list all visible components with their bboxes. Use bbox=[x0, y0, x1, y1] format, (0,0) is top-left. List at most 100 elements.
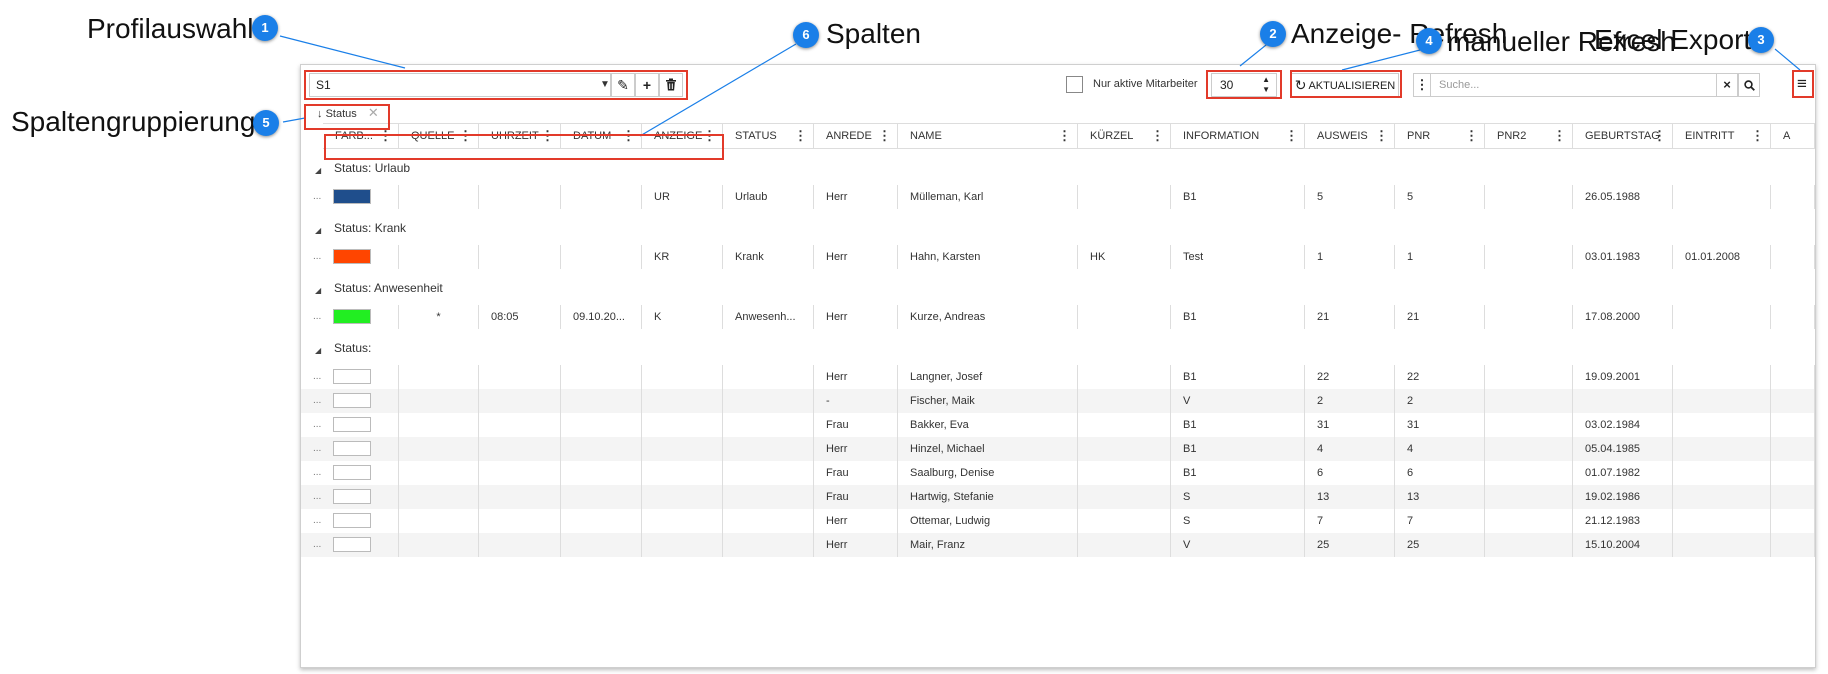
cell-information: S bbox=[1171, 485, 1305, 509]
cell-information: Test bbox=[1171, 245, 1305, 269]
column-menu-kebab-icon[interactable]: ⋮ bbox=[541, 124, 554, 148]
cell-kuerzel bbox=[1078, 365, 1171, 389]
row-actions-icon[interactable]: ... bbox=[313, 245, 321, 269]
cell-eintritt bbox=[1673, 509, 1771, 533]
column-menu-kebab-icon[interactable]: ⋮ bbox=[1751, 124, 1764, 148]
column-menu-kebab-icon[interactable]: ⋮ bbox=[878, 124, 891, 148]
cell-status bbox=[723, 461, 814, 485]
only-active-checkbox[interactable] bbox=[1066, 76, 1083, 93]
cell-pnr2 bbox=[1485, 485, 1573, 509]
column-menu-kebab-icon[interactable]: ⋮ bbox=[1058, 124, 1071, 148]
column-menu-kebab-icon[interactable]: ⋮ bbox=[794, 124, 807, 148]
refresh-interval-input[interactable]: 30 ▲ ▼ bbox=[1211, 73, 1277, 97]
column-menu-kebab-icon[interactable]: ⋮ bbox=[1285, 124, 1298, 148]
refresh-button[interactable]: ↻ AKTUALISIEREN bbox=[1291, 73, 1399, 97]
callout-2-badge: 2 bbox=[1260, 21, 1286, 47]
spinner-icon[interactable]: ▲ ▼ bbox=[1262, 75, 1270, 95]
cell-extra bbox=[1771, 509, 1815, 533]
column-menu-kebab-icon[interactable]: ⋮ bbox=[1653, 124, 1666, 148]
callout-5-badge: 5 bbox=[253, 110, 279, 136]
search-input[interactable]: Suche... bbox=[1431, 73, 1717, 97]
column-header[interactable]: INFORMATION ⋮ bbox=[1171, 123, 1305, 149]
add-profile-button[interactable]: + bbox=[635, 73, 659, 97]
search-button[interactable] bbox=[1738, 73, 1760, 97]
column-menu-kebab-icon[interactable]: ⋮ bbox=[1553, 124, 1566, 148]
cell-anrede: Herr bbox=[814, 185, 898, 209]
table-row[interactable]: ... Herr Mair, Franz V 25 25 15.10.2004 bbox=[301, 533, 1815, 557]
table-row[interactable]: ... UR Urlaub Herr Mülleman, Karl B1 5 5 26.05.1… bbox=[301, 185, 1815, 209]
column-header[interactable]: KÜRZEL ⋮ bbox=[1078, 123, 1171, 149]
column-menu-kebab-icon[interactable]: ⋮ bbox=[459, 124, 472, 148]
column-header-label: ANZEIGE bbox=[654, 130, 703, 142]
delete-profile-button[interactable] bbox=[659, 73, 683, 97]
cell-information: B1 bbox=[1171, 437, 1305, 461]
column-menu-kebab-icon[interactable]: ⋮ bbox=[1151, 124, 1164, 148]
callout-1-badge: 1 bbox=[252, 15, 278, 41]
profile-select-value: S1 bbox=[316, 78, 331, 92]
cell-ausweis: 2 bbox=[1305, 389, 1395, 413]
callout-4-badge: 4 bbox=[1416, 28, 1442, 54]
column-header[interactable]: EINTRITT ⋮ bbox=[1673, 123, 1771, 149]
column-header[interactable]: STATUS ⋮ bbox=[723, 123, 814, 149]
search-options-kebab-icon[interactable]: ⋮ bbox=[1413, 73, 1431, 97]
export-menu-icon[interactable]: ≡ bbox=[1793, 73, 1811, 97]
table-row[interactable]: ... Frau Bakker, Eva B1 31 31 03.02.1984 bbox=[301, 413, 1815, 437]
row-actions-icon[interactable]: ... bbox=[313, 485, 321, 509]
cell-datum bbox=[561, 437, 642, 461]
row-actions-icon[interactable]: ... bbox=[313, 305, 321, 329]
table-row[interactable]: ... Frau Hartwig, Stefanie S 13 13 19.02.1986 bbox=[301, 485, 1815, 509]
collapse-group-icon[interactable]: ◢ bbox=[315, 346, 321, 355]
column-header[interactable]: FARB... ⋮ bbox=[323, 123, 399, 149]
column-menu-kebab-icon[interactable]: ⋮ bbox=[379, 124, 392, 148]
status-color-swatch bbox=[333, 189, 371, 204]
cell-uhrzeit bbox=[479, 437, 561, 461]
profile-select[interactable]: S1 ▼ bbox=[309, 73, 611, 97]
row-actions-icon[interactable]: ... bbox=[313, 185, 321, 209]
table-row[interactable]: ... - Fischer, Maik V 2 2 bbox=[301, 389, 1815, 413]
column-header[interactable]: PNR2 ⋮ bbox=[1485, 123, 1573, 149]
column-header[interactable]: AUSWEIS ⋮ bbox=[1305, 123, 1395, 149]
remove-grouping-icon[interactable]: ✕ bbox=[368, 105, 379, 120]
row-actions-icon[interactable]: ... bbox=[313, 365, 321, 389]
table-row[interactable]: ... Herr Ottemar, Ludwig S 7 7 21.12.1983 bbox=[301, 509, 1815, 533]
column-menu-kebab-icon[interactable]: ⋮ bbox=[1465, 124, 1478, 148]
column-menu-kebab-icon[interactable]: ⋮ bbox=[1375, 124, 1388, 148]
collapse-group-icon[interactable]: ◢ bbox=[315, 166, 321, 175]
row-actions-icon[interactable]: ... bbox=[313, 413, 321, 437]
column-header[interactable]: UHRZEIT ⋮ bbox=[479, 123, 561, 149]
status-color-swatch bbox=[333, 513, 371, 528]
cell-quelle bbox=[399, 437, 479, 461]
row-actions-icon[interactable]: ... bbox=[313, 389, 321, 413]
table-row[interactable]: ... Frau Saalburg, Denise B1 6 6 01.07.1982 bbox=[301, 461, 1815, 485]
table-row[interactable]: ... Herr Hinzel, Michael B1 4 4 05.04.1985 bbox=[301, 437, 1815, 461]
column-header[interactable]: ANZEIGE ⋮ bbox=[642, 123, 723, 149]
cell-name: Saalburg, Denise bbox=[898, 461, 1078, 485]
collapse-group-icon[interactable]: ◢ bbox=[315, 286, 321, 295]
cell-name: Fischer, Maik bbox=[898, 389, 1078, 413]
column-header[interactable]: NAME ⋮ bbox=[898, 123, 1078, 149]
cell-geburtstag: 03.01.1983 bbox=[1573, 245, 1673, 269]
column-header[interactable]: A bbox=[1771, 123, 1815, 149]
clear-search-icon[interactable]: × bbox=[1716, 73, 1738, 97]
collapse-group-icon[interactable]: ◢ bbox=[315, 226, 321, 235]
column-header[interactable]: DATUM ⋮ bbox=[561, 123, 642, 149]
row-actions-icon[interactable]: ... bbox=[313, 461, 321, 485]
row-actions-icon[interactable]: ... bbox=[313, 437, 321, 461]
cell-name: Ottemar, Ludwig bbox=[898, 509, 1078, 533]
cell-uhrzeit bbox=[479, 509, 561, 533]
row-actions-icon[interactable]: ... bbox=[313, 509, 321, 533]
column-menu-kebab-icon[interactable]: ⋮ bbox=[622, 124, 635, 148]
table-row[interactable]: ... * 08:05 09.10.20... K Anwesenh... Herr Kurz… bbox=[301, 305, 1815, 329]
cell-kuerzel bbox=[1078, 485, 1171, 509]
cell-ausweis: 22 bbox=[1305, 365, 1395, 389]
column-header[interactable]: ANREDE ⋮ bbox=[814, 123, 898, 149]
edit-profile-button[interactable]: ✎ bbox=[611, 73, 635, 97]
table-row[interactable]: ... Herr Langner, Josef B1 22 22 19.09.2001 bbox=[301, 365, 1815, 389]
column-header[interactable]: QUELLE ⋮ bbox=[399, 123, 479, 149]
table-row[interactable]: ... KR Krank Herr Hahn, Karsten HK Test 1 1 03.01… bbox=[301, 245, 1815, 269]
row-actions-icon[interactable]: ... bbox=[313, 533, 321, 557]
column-menu-kebab-icon[interactable]: ⋮ bbox=[703, 124, 716, 148]
grouping-chip[interactable]: ↓ Status ✕ bbox=[311, 102, 385, 124]
column-header[interactable]: GEBURTSTAG ⋮ bbox=[1573, 123, 1673, 149]
column-header[interactable]: PNR ⋮ bbox=[1395, 123, 1485, 149]
